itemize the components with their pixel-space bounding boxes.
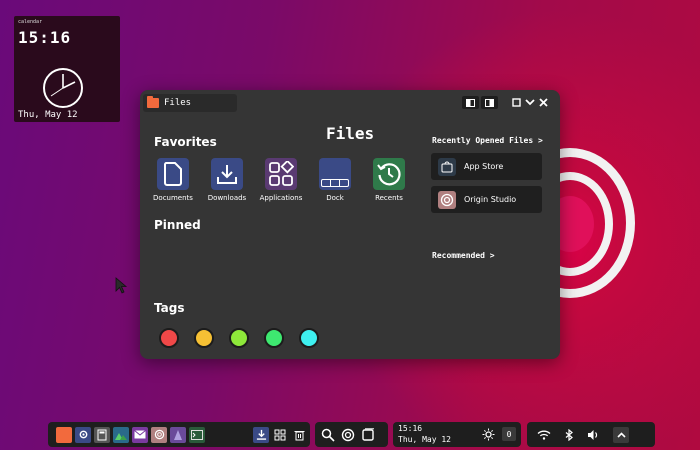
app-store-icon: [438, 157, 456, 176]
terminal-icon[interactable]: [189, 426, 205, 443]
tag-red[interactable]: [159, 328, 179, 348]
tags-title: Tags: [154, 301, 185, 315]
search-icon[interactable]: [321, 428, 335, 442]
favorite-downloads[interactable]: Downloads: [200, 158, 254, 202]
recent-app-label: Origin Studio: [464, 195, 517, 204]
widget-date: Thu, May 12: [18, 110, 78, 120]
multitasking-icon[interactable]: [361, 427, 375, 442]
window-controls: [512, 95, 548, 109]
origin-launcher-icon[interactable]: [341, 428, 355, 442]
origin-icon[interactable]: [151, 426, 167, 443]
calculator-icon[interactable]: [94, 426, 110, 443]
favorite-label: Recents: [375, 194, 403, 202]
recent-app-app-store[interactable]: App Store: [431, 153, 542, 180]
calendar-label: calendar: [18, 19, 43, 25]
analog-clock-icon: [43, 68, 83, 108]
document-icon: [157, 158, 189, 190]
pinned-title: Pinned: [154, 218, 201, 232]
taskbar-time: 15:16: [398, 424, 423, 433]
dock-icon: [319, 158, 351, 190]
favorite-label: Dock: [326, 194, 344, 202]
recent-app-origin-studio[interactable]: Origin Studio: [431, 186, 542, 213]
widget-time: 15:16: [18, 28, 72, 47]
favorites-list: Documents Downloads Applications Dock Re…: [146, 158, 416, 202]
downloads-icon[interactable]: [253, 426, 269, 443]
brightness-icon[interactable]: [482, 428, 495, 441]
tag-lime[interactable]: [229, 328, 249, 348]
window-layout-buttons: [462, 96, 498, 110]
window-titlebar[interactable]: Files: [140, 90, 560, 114]
tray-expand-button[interactable]: [613, 426, 629, 443]
origin-studio-icon: [438, 190, 456, 209]
favorite-label: Applications: [259, 194, 303, 202]
folder-icon: [147, 96, 159, 108]
bluetooth-icon[interactable]: [565, 428, 573, 441]
taskbar-clock[interactable]: 15:16 Thu, May 12 0: [393, 422, 521, 447]
window-tab[interactable]: Files: [143, 94, 237, 112]
recommended-link[interactable]: Recommended >: [432, 251, 495, 260]
photos-icon[interactable]: [113, 426, 129, 443]
favorite-documents[interactable]: Documents: [146, 158, 200, 202]
tile-right-icon[interactable]: [481, 96, 498, 109]
favorite-label: Downloads: [207, 194, 247, 202]
download-icon: [211, 158, 243, 190]
favorite-label: Documents: [153, 194, 193, 202]
taskbar-date: Thu, May 12: [398, 435, 451, 444]
tag-yellow[interactable]: [194, 328, 214, 348]
tag-green[interactable]: [264, 328, 284, 348]
favorites-title: Favorites: [154, 135, 217, 149]
apps-icon: [265, 158, 297, 190]
taskbar-status: [527, 422, 655, 447]
volume-icon[interactable]: [587, 429, 599, 441]
taskbar-launcher: [315, 422, 388, 447]
favorite-recents[interactable]: Recents: [362, 158, 416, 202]
close-icon[interactable]: [539, 97, 548, 107]
tile-left-icon[interactable]: [462, 96, 479, 109]
apps-grid-icon[interactable]: [272, 427, 288, 443]
trash-icon[interactable]: [291, 427, 307, 443]
notification-badge[interactable]: 0: [502, 427, 516, 441]
favorite-applications[interactable]: Applications: [254, 158, 308, 202]
page-title: Files: [326, 124, 375, 143]
window-tab-title: Files: [164, 98, 192, 108]
editor-icon[interactable]: [170, 426, 186, 443]
maximize-icon[interactable]: [512, 97, 521, 107]
taskbar-apps: [48, 422, 310, 447]
files-icon[interactable]: [56, 426, 72, 443]
chevron-down-icon[interactable]: [525, 98, 535, 106]
chevron-up-icon: [616, 431, 626, 438]
files-window: Files Files Favorites Documents Download…: [140, 90, 560, 359]
tags-list: [159, 328, 319, 348]
mail-icon[interactable]: [132, 426, 148, 443]
favorite-dock[interactable]: Dock: [308, 158, 362, 202]
recently-opened-link[interactable]: Recently Opened Files >: [432, 136, 543, 145]
mouse-cursor-icon: [115, 277, 128, 294]
recent-app-label: App Store: [464, 162, 504, 171]
settings-icon[interactable]: [75, 426, 91, 443]
tag-cyan[interactable]: [299, 328, 319, 348]
wifi-icon[interactable]: [537, 430, 551, 440]
history-icon: [373, 158, 405, 190]
clock-widget[interactable]: calendar 15:16 Thu, May 12: [14, 16, 120, 122]
